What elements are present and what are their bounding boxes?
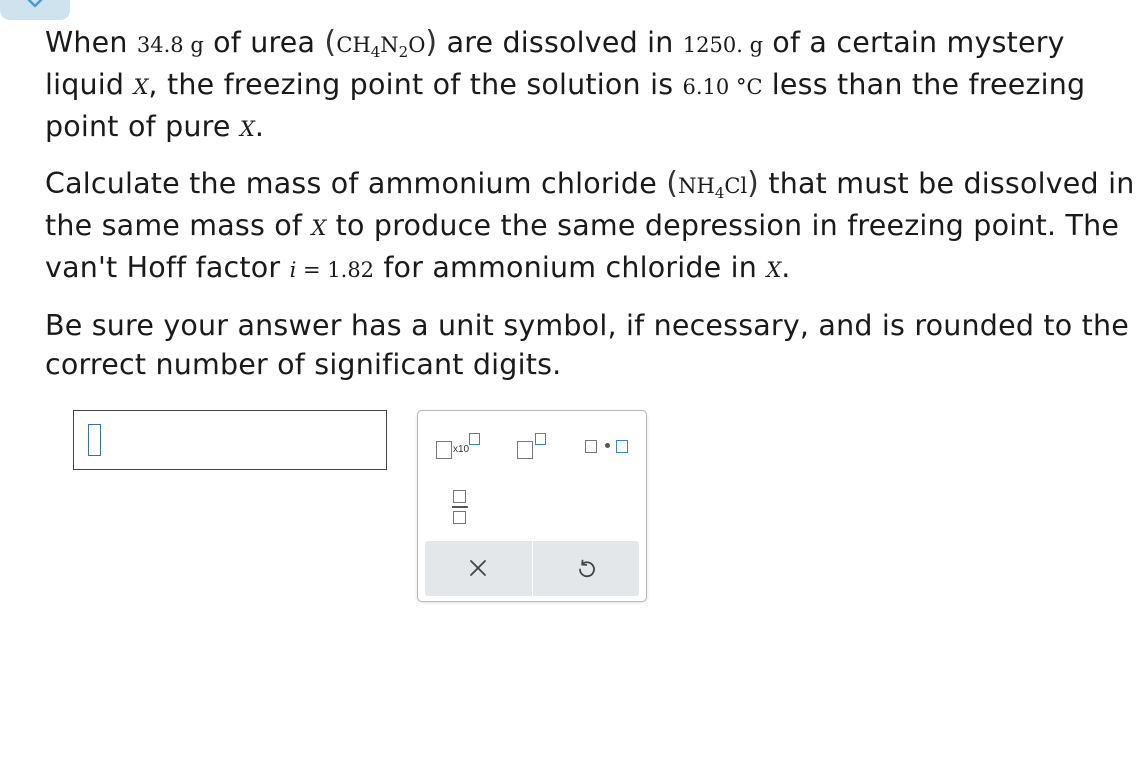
superscript-button[interactable] <box>515 431 553 463</box>
multiply-dot-button[interactable] <box>585 431 630 463</box>
instructions-paragraph: Be sure your answer has a unit symbol, i… <box>45 309 1130 381</box>
input-cursor <box>88 424 101 456</box>
question-paragraph-1: When 34.8 g of urea (CH4N2O) are dissolv… <box>45 25 1086 143</box>
undo-icon <box>579 559 595 578</box>
freezing-point-depression: 6.10 °C <box>682 75 763 99</box>
answer-input[interactable] <box>73 410 387 470</box>
clear-button[interactable] <box>425 541 532 596</box>
x10-label: x10 <box>453 444 470 455</box>
liquid-mass: 1250. g <box>682 33 764 57</box>
collapse-tab[interactable] <box>0 0 70 20</box>
dot-icon <box>605 443 610 448</box>
urea-mass: 34.8 g <box>136 33 204 57</box>
urea-formula: CH4N2O <box>336 33 426 61</box>
reset-button[interactable] <box>533 541 640 596</box>
ammonium-chloride-formula: NH4Cl <box>678 174 748 202</box>
math-palette: x10 <box>417 410 647 602</box>
chevron-down-icon <box>27 0 43 8</box>
scientific-notation-button[interactable]: x10 <box>436 431 484 463</box>
close-icon <box>470 560 486 576</box>
action-bar <box>425 541 639 596</box>
vant-hoff-factor: i = 1.82 <box>289 258 375 282</box>
fraction-button[interactable] <box>446 487 474 527</box>
question-paragraph-2: Calculate the mass of ammonium chloride … <box>45 166 1135 284</box>
